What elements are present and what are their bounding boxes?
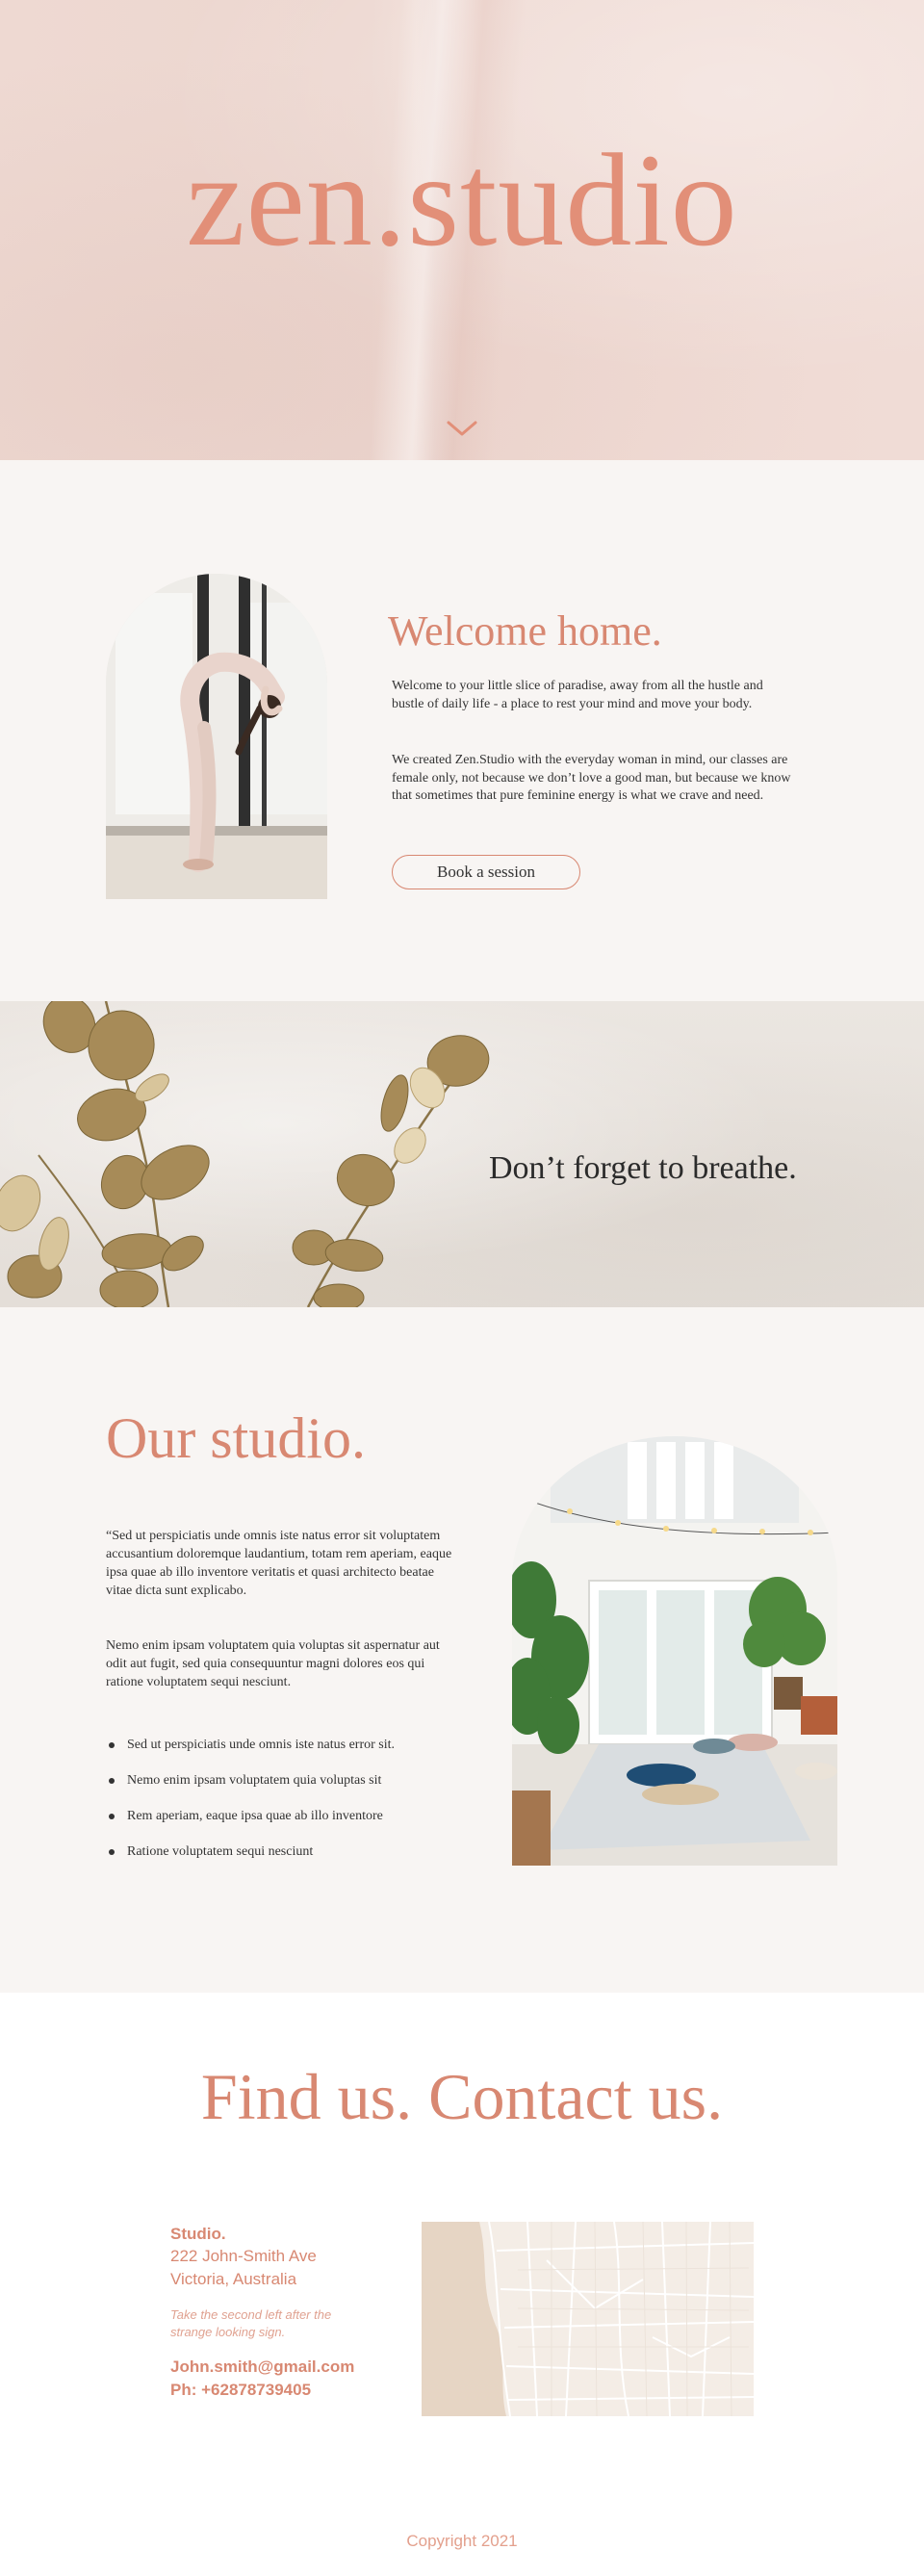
- studio-title: Our studio.: [106, 1406, 366, 1470]
- eucalyptus-illustration: [0, 1001, 490, 1307]
- list-item: Sed ut perspiciatis unde omnis iste natu…: [106, 1737, 472, 1772]
- email-link[interactable]: John.smith@gmail.com: [170, 2357, 354, 2378]
- breathe-banner: Don’t forget to breathe.: [0, 1001, 924, 1307]
- breathe-text: Don’t forget to breathe.: [489, 1150, 797, 1186]
- studio-name: Studio.: [170, 2225, 226, 2243]
- phone-link[interactable]: Ph: +62878739405: [170, 2380, 311, 2401]
- chevron-down-icon: [447, 421, 477, 436]
- page: zen.studio Welcome home. Welcome to your…: [0, 0, 924, 2576]
- studio-photo: [512, 1436, 837, 1866]
- welcome-paragraph-1: Welcome to your little slice of paradise…: [392, 679, 763, 711]
- studio-paragraph-1: “Sed ut perspiciatis unde omnis iste nat…: [106, 1529, 452, 1598]
- address-line-1: 222 John-Smith Ave: [170, 2247, 317, 2265]
- copyright-text: Copyright 2021: [406, 2532, 518, 2550]
- studio-section: Our studio. “Sed ut perspiciatis unde om…: [0, 1307, 924, 1993]
- welcome-title: Welcome home.: [388, 607, 662, 655]
- yoga-photo: [106, 574, 327, 899]
- list-item: Nemo enim ipsam voluptatem quia voluptas…: [106, 1772, 472, 1808]
- brand-title: zen.studio: [186, 126, 738, 273]
- address-line-2: Victoria, Australia: [170, 2270, 297, 2288]
- scroll-down-button[interactable]: [441, 414, 483, 443]
- list-item: Rem aperiam, eaque ipsa quae ab illo inv…: [106, 1808, 472, 1843]
- location-map[interactable]: [422, 2222, 754, 2416]
- contact-section: Find us. Contact us. Studio. 222 John-Sm…: [0, 1993, 924, 2576]
- book-session-button[interactable]: Book a session: [392, 855, 580, 889]
- welcome-paragraph-2: We created Zen.Studio with the everyday …: [392, 753, 791, 803]
- studio-paragraph-2: Nemo enim ipsam voluptatem quia voluptas…: [106, 1638, 440, 1689]
- directions-note: Take the second left after the strange l…: [170, 2307, 332, 2339]
- contact-title: Find us. Contact us.: [200, 2060, 724, 2133]
- welcome-section: Welcome home. Welcome to your little sli…: [0, 460, 924, 1001]
- studio-feature-list: Sed ut perspiciatis unde omnis iste natu…: [106, 1737, 472, 1879]
- list-item: Ratione voluptatem sequi nesciunt: [106, 1843, 472, 1879]
- hero-section: zen.studio: [0, 0, 924, 460]
